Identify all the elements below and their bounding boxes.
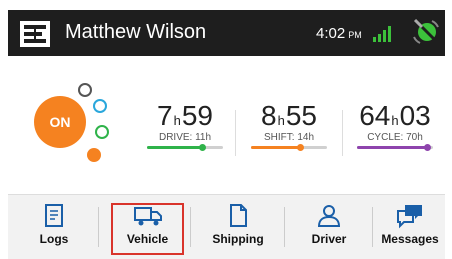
tab-vehicle-label: Vehicle: [126, 232, 169, 246]
tab-separator: [98, 207, 99, 247]
sleeper-bubble[interactable]: [93, 99, 107, 113]
tab-logs-label: Logs: [39, 232, 69, 246]
shift-limit-label: SHIFT: 14h: [263, 132, 315, 143]
messages-icon: [397, 205, 422, 229]
shift-stat: 8h55 SHIFT: 14h: [242, 100, 336, 151]
drive-limit-label: DRIVE: 11h: [158, 132, 212, 143]
tab-separator: [190, 207, 191, 247]
eld-logo-icon: [20, 21, 50, 47]
driving-bubble[interactable]: [95, 125, 109, 139]
tab-separator: [284, 207, 285, 247]
shift-progress-bar: [251, 144, 327, 151]
cycle-stat: 64h03 CYCLE: 70h: [348, 100, 442, 151]
on-duty-bubble[interactable]: [87, 148, 101, 162]
tab-logs[interactable]: Logs: [16, 203, 92, 255]
user-icon: [317, 205, 341, 227]
tab-shipping-label: Shipping: [212, 232, 264, 246]
off-duty-bubble[interactable]: [78, 83, 92, 97]
cycle-limit-label: CYCLE: 70h: [367, 132, 423, 143]
driver-name: Matthew Wilson: [65, 21, 207, 43]
logs-icon: [45, 204, 63, 227]
tab-shipping[interactable]: Shipping: [198, 203, 278, 255]
stat-divider: [342, 110, 343, 156]
clock-time: 4:02: [316, 25, 346, 42]
document-icon: [230, 204, 247, 227]
app-frame: Matthew Wilson 4:02 PM ON 7h59 DRIVE: 11…: [0, 0, 452, 259]
signal-strength-icon: [373, 26, 391, 42]
tab-driver-label: Driver: [311, 232, 347, 246]
satellite-icon[interactable]: [411, 16, 441, 48]
drive-stat: 7h59 DRIVE: 11h: [138, 100, 232, 151]
clock: 4:02 PM: [316, 25, 362, 42]
tab-messages[interactable]: Messages: [376, 203, 444, 255]
truck-icon: [133, 207, 162, 226]
cycle-remaining: 64h03: [359, 100, 431, 131]
stat-divider: [235, 110, 236, 156]
drive-remaining: 7h59: [157, 100, 213, 131]
bottom-tab-bar: Logs Vehicle Shipping Driver Messages: [8, 194, 445, 259]
duty-status-button[interactable]: ON: [34, 96, 86, 148]
tab-driver[interactable]: Driver: [290, 203, 368, 255]
clock-ampm: PM: [348, 30, 362, 40]
tab-separator: [372, 207, 373, 247]
shift-remaining: 8h55: [261, 100, 317, 131]
tab-vehicle[interactable]: Vehicle: [111, 203, 184, 255]
tab-messages-label: Messages: [381, 232, 439, 246]
cycle-progress-bar: [357, 144, 433, 151]
header-bar: Matthew Wilson 4:02 PM: [8, 10, 445, 56]
drive-progress-bar: [147, 144, 223, 151]
hours-dashboard: ON 7h59 DRIVE: 11h 8h55 SHIFT: 14h 64h03…: [8, 56, 445, 194]
